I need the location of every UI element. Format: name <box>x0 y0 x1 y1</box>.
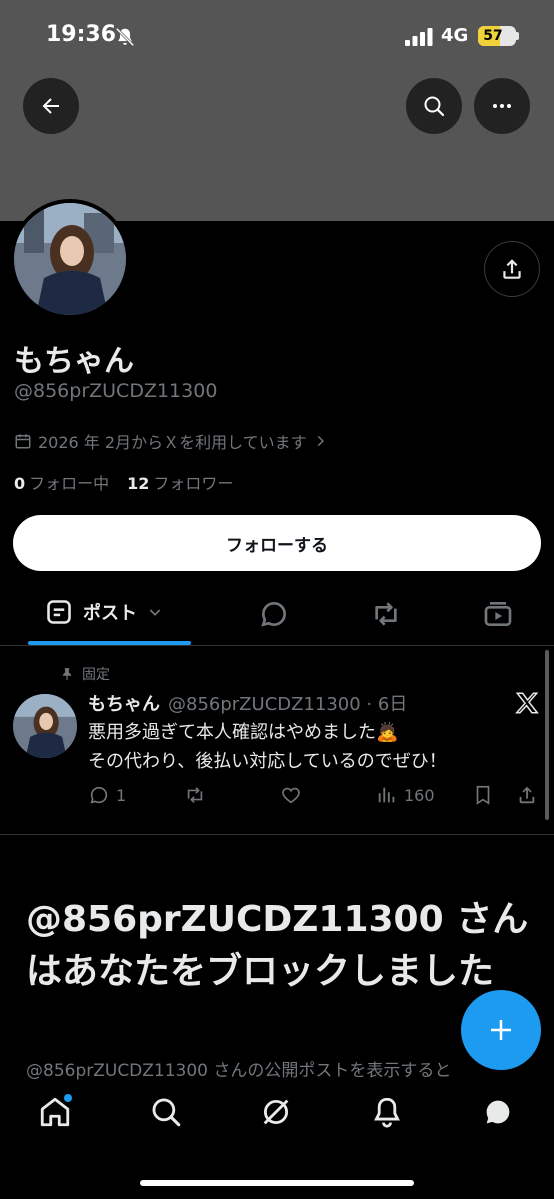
post-body[interactable]: 悪用多過ぎて本人確認はやめました🙇 その代わり、後払い対応しているのでぜひ！ <box>88 718 508 776</box>
blocked-title: @856prZUCDZ11300 さんはあなたをブロックしました <box>26 899 529 992</box>
arrow-left-icon <box>42 98 59 114</box>
x-logo-icon <box>515 692 539 714</box>
reply-count: 1 <box>116 785 127 805</box>
reply-icon <box>90 786 108 804</box>
profile-avatar[interactable] <box>10 199 130 319</box>
share-post-button[interactable] <box>516 784 538 806</box>
grok-icon[interactable] <box>259 1095 293 1129</box>
post-author[interactable]: もちゃん <box>88 694 160 715</box>
followers-link[interactable]: 12 フォロワー <box>127 470 233 494</box>
followers-count: 12 <box>127 474 150 493</box>
home-indicator[interactable] <box>140 1180 414 1186</box>
joined-text: 2026 年 2月からＸを利用しています <box>38 433 307 452</box>
post-meta: @856prZUCDZ11300 · 6日 <box>168 694 408 715</box>
more-horizontal-icon <box>493 104 511 108</box>
chevron-down-icon <box>149 609 161 616</box>
posts-icon <box>47 600 71 624</box>
post-header: もちゃん @856prZUCDZ11300 · 6日 <box>88 690 407 716</box>
bookmark-button[interactable] <box>472 784 494 806</box>
following-link[interactable]: 0 フォロー中 <box>14 470 109 494</box>
post-avatar[interactable] <box>13 694 77 758</box>
share-icon <box>503 259 521 279</box>
profile-handle: @856prZUCDZ11300 <box>14 380 218 402</box>
pinned-indicator: 固定 <box>60 664 110 684</box>
analytics-icon <box>378 787 395 803</box>
avatar-photo <box>14 203 126 315</box>
search-button[interactable] <box>406 78 462 134</box>
back-button[interactable] <box>23 78 79 134</box>
post-line-2: その代わり、後払い対応しているのでぜひ！ <box>88 751 447 772</box>
repost-button[interactable] <box>184 784 206 806</box>
share-button[interactable] <box>484 241 540 297</box>
search-icon <box>424 96 445 117</box>
tab-posts-label: ポスト <box>83 603 137 624</box>
post-avatar-photo <box>13 694 77 758</box>
post-line-1: 悪用多過ぎて本人確認はやめました🙇 <box>88 722 399 743</box>
pinned-label: 固定 <box>82 667 110 683</box>
home-notification-dot <box>64 1094 72 1102</box>
views-button[interactable]: 160 <box>376 784 435 806</box>
bell-muted-icon <box>115 27 135 47</box>
messages-icon[interactable] <box>481 1095 515 1129</box>
chevron-right-icon <box>317 435 324 447</box>
following-count: 0 <box>14 474 26 493</box>
tab-media-icon[interactable] <box>482 598 514 630</box>
battery-tip <box>516 32 519 40</box>
follow-button[interactable]: フォローする <box>13 515 541 571</box>
view-count: 160 <box>404 785 435 805</box>
tab-reposts-icon[interactable] <box>370 598 402 630</box>
tab-replies-icon[interactable] <box>258 598 290 630</box>
repost-icon <box>187 787 203 803</box>
calendar-icon <box>15 434 31 449</box>
reply-button[interactable]: 1 <box>88 784 126 806</box>
notifications-icon[interactable] <box>370 1095 404 1129</box>
battery-level: 57 <box>483 28 503 44</box>
following-label: フォロー中 <box>29 474 110 493</box>
share-post-icon <box>519 786 535 804</box>
status-bar: 19:36 4G 57 <box>0 0 554 70</box>
profile-name: もちゃん <box>14 344 134 379</box>
joined-date[interactable]: 2026 年 2月からＸを利用しています <box>14 429 327 453</box>
status-time: 19:36 <box>46 22 117 47</box>
signal-icon <box>405 28 433 46</box>
battery-icon: 57 <box>478 26 516 46</box>
pin-icon <box>62 668 72 681</box>
network-type: 4G <box>441 25 469 46</box>
explore-search-icon[interactable] <box>149 1095 183 1129</box>
scrollbar[interactable] <box>545 650 549 820</box>
followers-label: フォロワー <box>153 474 234 493</box>
plus-icon <box>491 1020 511 1040</box>
follow-counts: 0 フォロー中 12 フォロワー <box>14 470 233 494</box>
post-divider <box>0 834 554 835</box>
tab-posts[interactable]: ポスト <box>45 598 163 626</box>
profile-tabs: ポスト <box>0 588 554 646</box>
active-tab-indicator <box>28 641 191 645</box>
blocked-subtitle: @856prZUCDZ11300 さんの公開ポストを表示すると <box>26 1061 452 1081</box>
like-button[interactable] <box>280 784 302 806</box>
compose-button[interactable] <box>461 990 541 1070</box>
heart-icon <box>282 787 300 804</box>
post-actions: 1 160 <box>88 784 540 808</box>
more-button[interactable] <box>474 78 530 134</box>
bookmark-icon <box>476 785 490 805</box>
